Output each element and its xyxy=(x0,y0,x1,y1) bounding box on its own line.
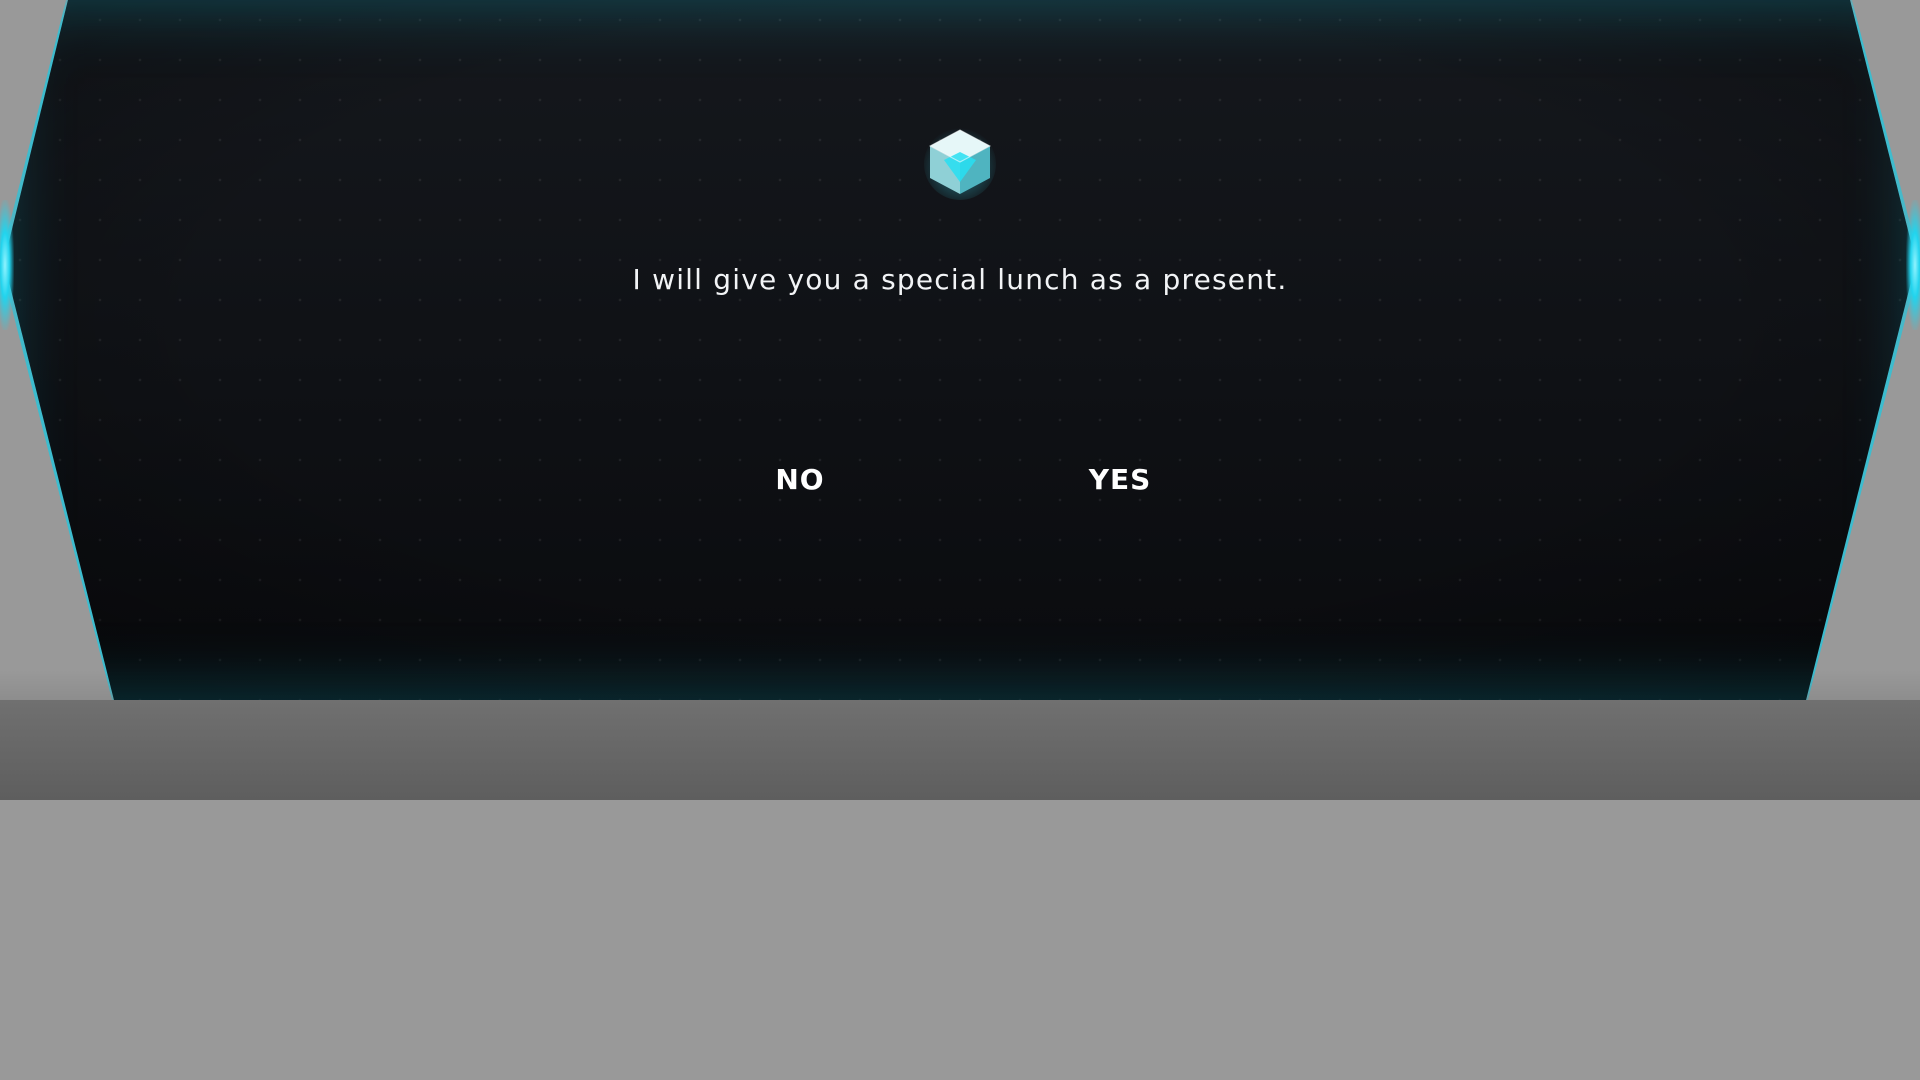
panel-shade xyxy=(4,0,1916,700)
bar-shadow xyxy=(0,670,1920,700)
right-edge-glint xyxy=(1906,200,1920,330)
game-screen: I will give you a special lunch as a pre… xyxy=(0,0,1920,1080)
no-button[interactable]: NO xyxy=(720,458,880,502)
yes-button[interactable]: YES xyxy=(1040,458,1200,502)
bottom-bar xyxy=(0,700,1920,800)
left-edge-glint xyxy=(0,200,14,330)
crystal-cube-icon xyxy=(924,126,996,200)
dialog-message: I will give you a special lunch as a pre… xyxy=(632,263,1288,296)
